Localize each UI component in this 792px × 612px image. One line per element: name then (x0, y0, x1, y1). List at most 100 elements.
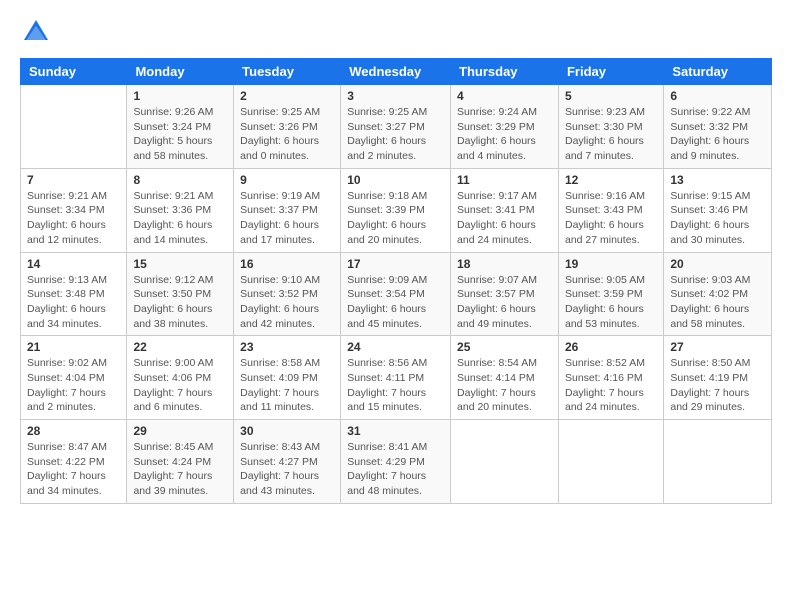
calendar-cell: 21 Sunrise: 9:02 AMSunset: 4:04 PMDayligh… (21, 336, 127, 420)
calendar-cell: 15 Sunrise: 9:12 AMSunset: 3:50 PMDayligh… (127, 252, 234, 336)
day-detail: Sunrise: 9:23 AMSunset: 3:30 PMDaylight:… (565, 105, 657, 164)
day-detail: Sunrise: 9:07 AMSunset: 3:57 PMDaylight:… (457, 273, 552, 332)
calendar-cell: 4Sunrise: 9:24 AMSunset: 3:29 PMDaylight… (451, 85, 559, 169)
day-detail: Sunrise: 8:41 AMSunset: 4:29 PMDaylight:… (347, 440, 444, 499)
calendar-cell: 8 Sunrise: 9:21 AMSunset: 3:36 PMDaylight… (127, 168, 234, 252)
calendar-cell: 18 Sunrise: 9:07 AMSunset: 3:57 PMDayligh… (451, 252, 559, 336)
calendar-cell: 22 Sunrise: 9:00 AMSunset: 4:06 PMDayligh… (127, 336, 234, 420)
day-number: 30 (240, 424, 334, 438)
day-number: 16 (240, 257, 334, 271)
calendar-header: SundayMondayTuesdayWednesdayThursdayFrid… (21, 59, 772, 85)
day-number: 13 (670, 173, 765, 187)
weekday-header: Tuesday (234, 59, 341, 85)
day-number: 5 (565, 89, 657, 103)
day-detail: Sunrise: 9:00 AMSunset: 4:06 PMDaylight:… (133, 356, 227, 415)
day-detail: Sunrise: 8:58 AMSunset: 4:09 PMDaylight:… (240, 356, 334, 415)
day-detail: Sunrise: 9:13 AMSunset: 3:48 PMDaylight:… (27, 273, 120, 332)
day-number: 22 (133, 340, 227, 354)
weekday-row: SundayMondayTuesdayWednesdayThursdayFrid… (21, 59, 772, 85)
calendar-cell: 30 Sunrise: 8:43 AMSunset: 4:27 PMDayligh… (234, 420, 341, 504)
day-number: 12 (565, 173, 657, 187)
calendar-cell (21, 85, 127, 169)
weekday-header: Saturday (664, 59, 772, 85)
day-number: 10 (347, 173, 444, 187)
calendar-cell: 24 Sunrise: 8:56 AMSunset: 4:11 PMDayligh… (341, 336, 451, 420)
calendar-cell: 10Sunrise: 9:18 AMSunset: 3:39 PMDayligh… (341, 168, 451, 252)
day-detail: Sunrise: 8:56 AMSunset: 4:11 PMDaylight:… (347, 356, 444, 415)
calendar-table: SundayMondayTuesdayWednesdayThursdayFrid… (20, 58, 772, 504)
day-detail: Sunrise: 8:45 AMSunset: 4:24 PMDaylight:… (133, 440, 227, 499)
day-number: 7 (27, 173, 120, 187)
day-number: 17 (347, 257, 444, 271)
calendar-week-row: 21 Sunrise: 9:02 AMSunset: 4:04 PMDayligh… (21, 336, 772, 420)
weekday-header: Sunday (21, 59, 127, 85)
day-number: 29 (133, 424, 227, 438)
calendar-cell (451, 420, 559, 504)
calendar-cell: 26Sunrise: 8:52 AMSunset: 4:16 PMDayligh… (558, 336, 663, 420)
day-detail: Sunrise: 9:03 AMSunset: 4:02 PMDaylight:… (670, 273, 765, 332)
calendar-week-row: 1Sunrise: 9:26 AMSunset: 3:24 PMDaylight… (21, 85, 772, 169)
day-detail: Sunrise: 9:26 AMSunset: 3:24 PMDaylight:… (133, 105, 227, 164)
day-detail: Sunrise: 9:17 AMSunset: 3:41 PMDaylight:… (457, 189, 552, 248)
day-number: 23 (240, 340, 334, 354)
calendar-cell: 28Sunrise: 8:47 AMSunset: 4:22 PMDayligh… (21, 420, 127, 504)
day-detail: Sunrise: 8:43 AMSunset: 4:27 PMDaylight:… (240, 440, 334, 499)
day-detail: Sunrise: 8:54 AMSunset: 4:14 PMDaylight:… (457, 356, 552, 415)
day-number: 27 (670, 340, 765, 354)
day-detail: Sunrise: 9:19 AMSunset: 3:37 PMDaylight:… (240, 189, 334, 248)
calendar-cell: 27Sunrise: 8:50 AMSunset: 4:19 PMDayligh… (664, 336, 772, 420)
day-detail: Sunrise: 9:12 AMSunset: 3:50 PMDaylight:… (133, 273, 227, 332)
calendar-cell (558, 420, 663, 504)
calendar-body: 1Sunrise: 9:26 AMSunset: 3:24 PMDaylight… (21, 85, 772, 504)
calendar-cell: 7 Sunrise: 9:21 AMSunset: 3:34 PMDaylight… (21, 168, 127, 252)
logo-icon (20, 16, 52, 48)
day-detail: Sunrise: 9:15 AMSunset: 3:46 PMDaylight:… (670, 189, 765, 248)
calendar-week-row: 7 Sunrise: 9:21 AMSunset: 3:34 PMDaylight… (21, 168, 772, 252)
calendar-cell: 1Sunrise: 9:26 AMSunset: 3:24 PMDaylight… (127, 85, 234, 169)
day-detail: Sunrise: 9:16 AMSunset: 3:43 PMDaylight:… (565, 189, 657, 248)
day-detail: Sunrise: 9:02 AMSunset: 4:04 PMDaylight:… (27, 356, 120, 415)
calendar-week-row: 14 Sunrise: 9:13 AMSunset: 3:48 PMDayligh… (21, 252, 772, 336)
calendar-cell: 20 Sunrise: 9:03 AMSunset: 4:02 PMDayligh… (664, 252, 772, 336)
day-number: 28 (27, 424, 120, 438)
day-number: 6 (670, 89, 765, 103)
day-number: 8 (133, 173, 227, 187)
day-detail: Sunrise: 9:10 AMSunset: 3:52 PMDaylight:… (240, 273, 334, 332)
weekday-header: Thursday (451, 59, 559, 85)
calendar-cell: 19Sunrise: 9:05 AMSunset: 3:59 PMDayligh… (558, 252, 663, 336)
day-detail: Sunrise: 9:25 AMSunset: 3:27 PMDaylight:… (347, 105, 444, 164)
calendar-cell: 14 Sunrise: 9:13 AMSunset: 3:48 PMDayligh… (21, 252, 127, 336)
calendar-cell: 3 Sunrise: 9:25 AMSunset: 3:27 PMDaylight… (341, 85, 451, 169)
day-number: 25 (457, 340, 552, 354)
calendar-cell: 17 Sunrise: 9:09 AMSunset: 3:54 PMDayligh… (341, 252, 451, 336)
day-detail: Sunrise: 9:21 AMSunset: 3:34 PMDaylight:… (27, 189, 120, 248)
calendar-cell: 23 Sunrise: 8:58 AMSunset: 4:09 PMDayligh… (234, 336, 341, 420)
calendar-week-row: 28Sunrise: 8:47 AMSunset: 4:22 PMDayligh… (21, 420, 772, 504)
weekday-header: Wednesday (341, 59, 451, 85)
day-detail: Sunrise: 8:52 AMSunset: 4:16 PMDaylight:… (565, 356, 657, 415)
calendar-cell: 29 Sunrise: 8:45 AMSunset: 4:24 PMDayligh… (127, 420, 234, 504)
day-number: 18 (457, 257, 552, 271)
calendar-cell: 5 Sunrise: 9:23 AMSunset: 3:30 PMDaylight… (558, 85, 663, 169)
logo (20, 16, 56, 48)
calendar-cell: 6Sunrise: 9:22 AMSunset: 3:32 PMDaylight… (664, 85, 772, 169)
weekday-header: Monday (127, 59, 234, 85)
day-number: 3 (347, 89, 444, 103)
day-number: 20 (670, 257, 765, 271)
calendar-cell: 2Sunrise: 9:25 AMSunset: 3:26 PMDaylight… (234, 85, 341, 169)
day-number: 15 (133, 257, 227, 271)
calendar-cell: 13 Sunrise: 9:15 AMSunset: 3:46 PMDayligh… (664, 168, 772, 252)
calendar-cell: 16 Sunrise: 9:10 AMSunset: 3:52 PMDayligh… (234, 252, 341, 336)
page: SundayMondayTuesdayWednesdayThursdayFrid… (0, 0, 792, 612)
day-detail: Sunrise: 9:21 AMSunset: 3:36 PMDaylight:… (133, 189, 227, 248)
header (20, 16, 772, 48)
day-number: 21 (27, 340, 120, 354)
calendar-cell: 25 Sunrise: 8:54 AMSunset: 4:14 PMDayligh… (451, 336, 559, 420)
day-number: 14 (27, 257, 120, 271)
day-number: 24 (347, 340, 444, 354)
day-detail: Sunrise: 9:09 AMSunset: 3:54 PMDaylight:… (347, 273, 444, 332)
day-number: 31 (347, 424, 444, 438)
calendar-cell: 11Sunrise: 9:17 AMSunset: 3:41 PMDayligh… (451, 168, 559, 252)
weekday-header: Friday (558, 59, 663, 85)
day-number: 9 (240, 173, 334, 187)
